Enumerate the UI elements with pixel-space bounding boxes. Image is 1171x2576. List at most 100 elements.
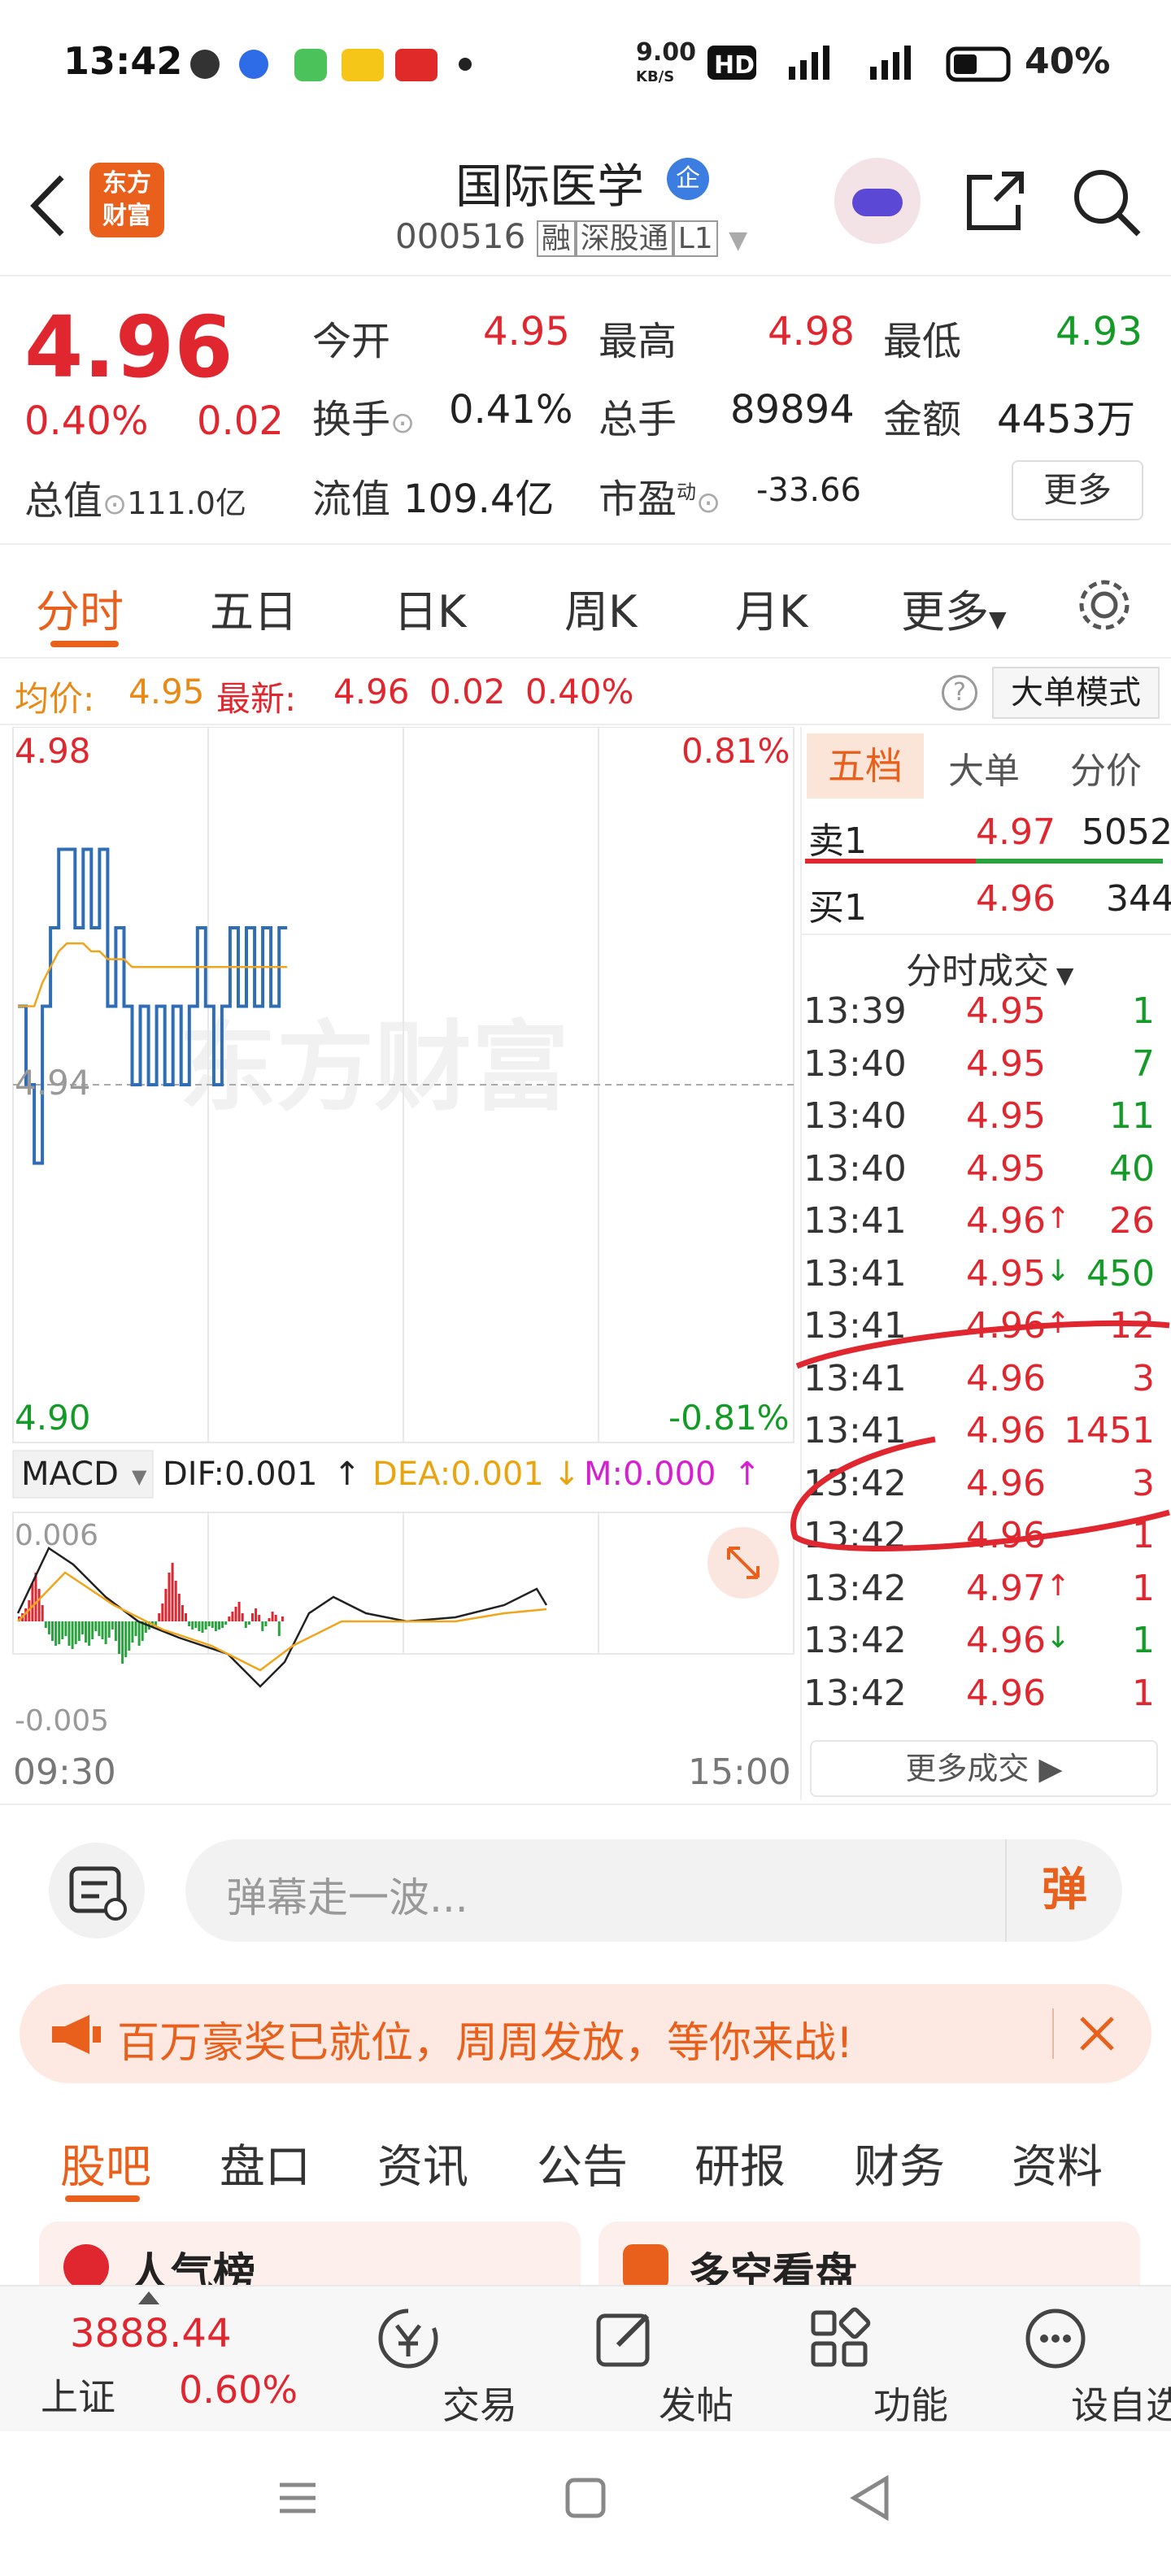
tab-daily-k[interactable]: 日K (394, 576, 466, 640)
tab-more[interactable]: 更多▼ (901, 576, 1007, 640)
side-tab-big-order[interactable]: 大单 (948, 742, 1020, 794)
macd-histogram (16, 1547, 548, 1688)
side-tab-level5[interactable]: 五档 (807, 733, 924, 798)
avg-value: 4.95 (128, 672, 205, 711)
tag-margin: 融 (536, 220, 576, 257)
tab-financials[interactable]: 财务 (854, 2130, 945, 2196)
trade-time: 13:42 (803, 1567, 907, 1609)
card-popularity[interactable]: 人气榜 (39, 2221, 581, 2287)
period-tabs: 分时 五日 日K 周K 月K 更多▼ (0, 553, 1171, 659)
tab-5day[interactable]: 五日 (210, 576, 298, 640)
stock-name: 国际医学 (455, 159, 645, 214)
y-bottom-percent: -0.81% (668, 1398, 790, 1438)
tab-research[interactable]: 研报 (694, 2130, 786, 2196)
macd-dif: DIF:0.001 (163, 1456, 318, 1493)
trade-arrow-icon: ↑ (1046, 1569, 1071, 1603)
tab-profile[interactable]: 资料 (1012, 2130, 1103, 2196)
macd-bar (185, 1613, 187, 1621)
big-order-mode-button[interactable]: 大单模式 (992, 667, 1160, 719)
macd-m: M:0.000 (584, 1456, 716, 1493)
tab-intraday[interactable]: 分时 (36, 576, 124, 640)
bid-row: 买1 4.96 344 (805, 873, 1171, 932)
danmaku-send-button[interactable]: 弹 (1005, 1839, 1122, 1942)
macd-bar (204, 1621, 207, 1630)
trade-price: 4.95 (966, 1252, 1046, 1295)
intraday-chart[interactable]: 东方财富 4.98 0.81% 4.94 4.90 -0.81% MACD ▼ … (0, 727, 797, 1800)
menu-icon[interactable] (273, 2474, 322, 2522)
low-value: 4.93 (1056, 309, 1143, 355)
trade-row: 13:42 4.96 ↓ 1 (803, 1620, 1161, 1672)
home-icon[interactable] (561, 2474, 610, 2522)
macd-bar (244, 1621, 247, 1628)
settings-icon[interactable] (1073, 574, 1135, 636)
active-tab-underline (50, 641, 119, 647)
more-trades-button[interactable]: 更多成交 ▶ (810, 1740, 1158, 1797)
chevron-down-icon[interactable]: ▼ (729, 226, 747, 255)
macd-bar (64, 1621, 67, 1636)
macd-bar (251, 1613, 254, 1621)
back-icon[interactable] (24, 169, 73, 242)
change-amount: 0.02 (197, 398, 284, 444)
m-arrow-up-icon: ↑ (734, 1456, 761, 1493)
trades-title[interactable]: 分时成交 ▼ (906, 942, 1073, 994)
trade-time: 13:40 (803, 1095, 907, 1137)
card-bullbear-title: 多空看盘 (688, 2250, 858, 2287)
macd-bar (214, 1621, 217, 1631)
trade-time: 13:42 (803, 1672, 907, 1714)
comment-input[interactable]: 弹幕走一波... 弹 (185, 1839, 1122, 1942)
trade-row: 13:40 4.95 40 (803, 1148, 1161, 1200)
enterprise-badge: 企 (667, 158, 709, 200)
ask-row: 卖1 4.97 5052 (805, 805, 1171, 864)
system-nav-bar (0, 2431, 1171, 2576)
card-bullbear[interactable]: 多空看盘 (599, 2221, 1140, 2287)
tab-forum[interactable]: 股吧 (60, 2130, 151, 2196)
macd-bar (124, 1621, 128, 1657)
close-icon[interactable] (1077, 2013, 1117, 2054)
trade-volume: 1 (1132, 1620, 1155, 1661)
danmaku-icon (69, 1866, 127, 1921)
macd-bar (224, 1621, 228, 1625)
share-icon[interactable] (960, 166, 1030, 236)
amount-label: 金额 (883, 397, 962, 442)
tab-weekly-k[interactable]: 周K (564, 576, 637, 640)
trade-time: 13:39 (803, 990, 907, 1032)
macd-bar (255, 1608, 258, 1621)
promo-banner[interactable]: 百万豪奖已就位，周周发放，等你来战! (20, 1984, 1151, 2083)
y-top-price: 4.98 (15, 731, 91, 771)
pe-value: -33.66 (756, 472, 861, 509)
macd-bar (241, 1613, 244, 1621)
notification-icons (190, 49, 472, 81)
trade-time: 13:40 (803, 1147, 907, 1190)
card-popularity-title: 人气榜 (128, 2250, 256, 2287)
index-ticker[interactable]: 3888.44 上证 0.60% (0, 2287, 309, 2433)
macd-bar (137, 1621, 141, 1646)
assistant-avatar[interactable] (834, 158, 921, 244)
tab-news[interactable]: 资讯 (377, 2130, 468, 2196)
grid-icon (811, 2307, 871, 2367)
trade-row: 13:40 4.95 7 (803, 1043, 1161, 1095)
avg-label: 均价: (15, 679, 95, 719)
macd-bar (228, 1617, 231, 1621)
trade-volume: 11 (1109, 1095, 1155, 1137)
help-icon[interactable]: ? (942, 675, 977, 711)
comment-placeholder: 弹幕走一波... (226, 1874, 468, 1921)
danmaku-settings-button[interactable] (49, 1843, 145, 1939)
side-tab-price-dist[interactable]: 分价 (1070, 742, 1142, 794)
back-nav-icon[interactable] (846, 2474, 895, 2522)
tab-announcements[interactable]: 公告 (537, 2130, 628, 2196)
macd-bar (264, 1621, 268, 1626)
index-name: 上证 (41, 2375, 115, 2419)
tab-orderbook[interactable]: 盘口 (220, 2130, 311, 2196)
tab-monthly-k[interactable]: 月K (735, 576, 808, 640)
more-dots-icon (1025, 2308, 1086, 2369)
pe-label: 市盈动⊙ (599, 476, 721, 522)
macd-bar (85, 1621, 87, 1643)
macd-bar (61, 1621, 64, 1639)
trade-time: 13:41 (803, 1200, 907, 1242)
trade-row: 13:42 4.96 1 (803, 1673, 1161, 1725)
more-button[interactable]: 更多 (1012, 460, 1143, 520)
status-time: 13:42 (63, 39, 183, 83)
trade-arrow-icon: ↑ (1046, 1202, 1071, 1235)
app-logo: 东方 财富 (89, 163, 164, 237)
search-icon[interactable] (1070, 166, 1143, 239)
